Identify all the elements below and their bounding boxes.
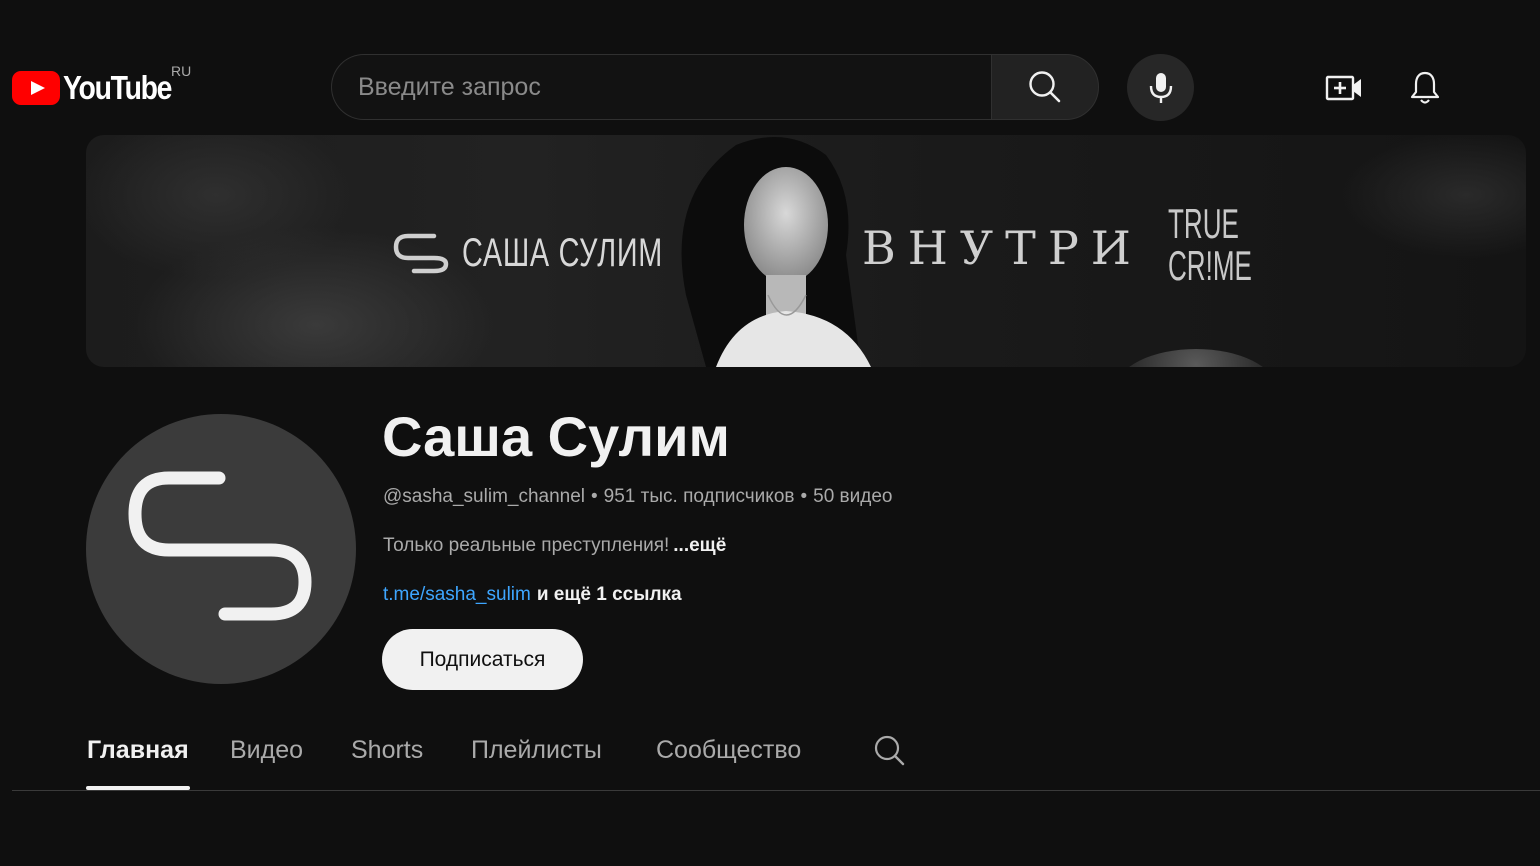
tab-playlists[interactable]: Плейлисты: [471, 734, 602, 766]
logo-text: YouTube: [63, 69, 172, 106]
youtube-channel-page: YouTube RU Введите запрос САША СУЛИМ ВНУ…: [0, 0, 1540, 866]
tab-community[interactable]: Сообщество: [656, 734, 801, 766]
subscriber-count: 951 тыс. подписчиков: [603, 486, 795, 507]
banner-tagline-line2: CR!ME: [1168, 242, 1252, 289]
channel-handle: @sasha_sulim_channel: [383, 486, 586, 507]
tab-home[interactable]: Главная: [87, 734, 189, 766]
video-count: 50 видео: [813, 486, 893, 507]
channel-links: t.me/sasha_sulim и ещё 1 ссылка: [383, 582, 682, 608]
channel-description[interactable]: Только реальные преступления! ...ещё: [383, 533, 726, 559]
telegram-link[interactable]: t.me/sasha_sulim: [383, 584, 531, 605]
description-more-link[interactable]: ...ещё: [673, 535, 726, 556]
mic-icon: [1149, 72, 1172, 103]
search-icon: [874, 735, 905, 766]
more-links-button[interactable]: и ещё 1 ссылка: [537, 584, 682, 605]
description-text: Только реальные преступления!: [383, 535, 670, 556]
top-bar: YouTube RU: [0, 0, 1540, 130]
channel-banner: САША СУЛИМ ВНУТРИ TRUE CR!ME: [86, 135, 1526, 367]
banner-brand-text: САША СУЛИМ: [462, 230, 663, 275]
channel-name: Саша Сулим: [382, 405, 730, 468]
channel-logo-icon: [128, 471, 312, 621]
youtube-logo[interactable]: YouTube: [12, 68, 189, 108]
bell-icon: [1410, 71, 1440, 104]
search-button[interactable]: [991, 54, 1099, 120]
notifications-button[interactable]: [1405, 68, 1445, 108]
youtube-play-icon: [12, 71, 60, 105]
country-code: RU: [171, 63, 192, 79]
banner-tagline-line1: TRUE: [1168, 200, 1239, 247]
create-button[interactable]: [1324, 68, 1364, 108]
channel-logo-icon: [393, 233, 449, 274]
search-input[interactable]: [331, 54, 991, 120]
banner-true-crime: TRUE CR!ME: [1168, 200, 1252, 289]
tab-shorts[interactable]: Shorts: [351, 734, 423, 766]
tabs-divider: [12, 790, 1540, 791]
channel-meta: @sasha_sulim_channel • 951 тыс. подписчико…: [383, 484, 892, 510]
channel-avatar[interactable]: [86, 414, 356, 684]
channel-search-button[interactable]: [871, 732, 907, 768]
search-bar: [331, 54, 1099, 120]
banner-planet-image: [1116, 349, 1276, 367]
channel-tabs: Главная Видео Shorts Плейлисты Сообществ…: [0, 710, 1540, 791]
subscribe-button[interactable]: Подписаться: [382, 629, 583, 690]
voice-search-button[interactable]: [1127, 54, 1194, 121]
search-icon: [1029, 71, 1061, 103]
video-plus-icon: [1325, 75, 1361, 101]
meta-separator: •: [800, 486, 808, 507]
tab-videos[interactable]: Видео: [230, 734, 303, 766]
banner-series-title: ВНУТРИ: [862, 221, 1143, 275]
meta-separator: •: [591, 486, 598, 507]
